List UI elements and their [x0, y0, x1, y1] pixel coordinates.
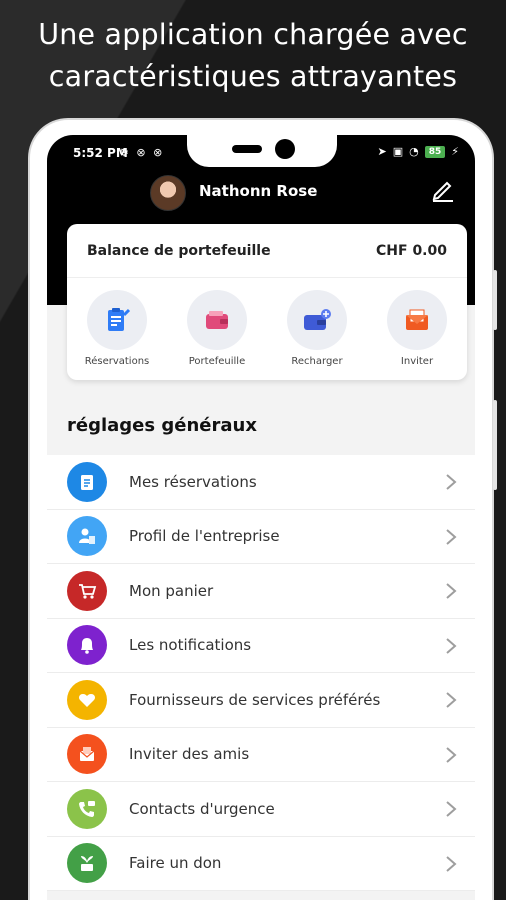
chevron-right-icon	[446, 801, 457, 817]
settings-item-label: Les notifications	[129, 636, 252, 655]
settings-item-label: Fournisseurs de services préférés	[129, 690, 381, 709]
wallet-balance-label: Balance de portefeuille	[87, 242, 271, 259]
notch	[187, 135, 337, 167]
edit-pencil-icon[interactable]	[429, 175, 457, 203]
chevron-right-icon	[446, 855, 457, 872]
wifi-icon: ◔	[409, 145, 419, 158]
user-name: Nathonn Rose	[199, 182, 318, 200]
charging-icon: ⚡	[451, 145, 459, 158]
settings-list: Mes réservations Profil de l'entreprise …	[47, 455, 475, 891]
donate-icon	[67, 843, 107, 884]
chevron-right-icon	[446, 637, 457, 654]
quick-action-reservations[interactable]: Réservations	[72, 290, 162, 367]
settings-item-my-cart[interactable]: Mon panier	[47, 564, 475, 619]
settings-item-label: Inviter des amis	[129, 745, 250, 764]
phone-icon	[67, 788, 107, 829]
wallet-icon	[187, 290, 247, 350]
location-icon: ➤	[377, 145, 387, 158]
settings-item-label: Faire un don	[129, 854, 222, 873]
settings-item-invite-friends[interactable]: Inviter des amis	[47, 727, 475, 782]
avatar[interactable]	[150, 175, 186, 211]
settings-item-label: Contacts d'urgence	[129, 799, 275, 818]
volume-button	[493, 270, 497, 330]
phone-screen: 5:52 PM ⚙ ⊗ ⊗ ➤ ▣ ◔ 85 ⚡ Nathonn Rose Ba…	[47, 135, 475, 900]
chevron-right-icon	[446, 692, 457, 708]
settings-item-company-profile[interactable]: Profil de l'entreprise	[47, 509, 475, 564]
quick-action-label: Recharger	[291, 356, 343, 367]
cart-icon	[67, 570, 107, 611]
settings-item-donate[interactable]: Faire un don	[47, 836, 475, 891]
heart-icon	[67, 679, 107, 720]
reservations-icon	[87, 290, 147, 350]
bell-icon	[67, 625, 107, 666]
quick-action-wallet[interactable]: Portefeuille	[172, 290, 262, 367]
chevron-right-icon	[446, 474, 457, 490]
quick-action-label: Réservations	[84, 356, 150, 367]
section-title: réglages généraux	[67, 415, 257, 436]
settings-item-my-reservations[interactable]: Mes réservations	[47, 455, 475, 510]
headline-line-1: Une application chargée avec	[38, 18, 468, 51]
headline-line-2: caractéristiques attrayantes	[48, 60, 458, 93]
wallet-balance-amount: CHF 0.00	[376, 242, 447, 259]
front-camera	[275, 139, 295, 159]
speaker	[232, 145, 262, 153]
chevron-right-icon	[446, 746, 457, 763]
quick-action-recharge[interactable]: Recharger	[272, 290, 362, 367]
company-profile-icon	[67, 516, 107, 557]
phone-frame: 5:52 PM ⚙ ⊗ ⊗ ➤ ▣ ◔ 85 ⚡ Nathonn Rose Ba…	[30, 120, 497, 900]
status-notification-icons: ⚙ ⊗ ⊗	[119, 146, 165, 159]
quick-action-label: Portefeuille	[188, 356, 246, 367]
clipboard-icon	[67, 461, 107, 502]
quick-actions: Réservations Portefeuille Recharger Invi…	[67, 278, 467, 367]
settings-item-emergency-contacts[interactable]: Contacts d'urgence	[47, 782, 475, 837]
settings-item-favorite-providers[interactable]: Fournisseurs de services préférés	[47, 673, 475, 728]
sim-icon: ▣	[392, 145, 404, 158]
settings-item-notifications[interactable]: Les notifications	[47, 618, 475, 673]
wallet-balance-row: Balance de portefeuille CHF 0.00	[67, 224, 467, 278]
status-right-icons: ➤ ▣ ◔ 85 ⚡	[378, 145, 460, 158]
headline: Une application chargée avec caractérist…	[0, 14, 506, 98]
power-button	[493, 400, 497, 490]
settings-item-label: Profil de l'entreprise	[129, 527, 280, 546]
wallet-card: Balance de portefeuille CHF 0.00 Réserva…	[67, 224, 467, 380]
quick-action-label: Inviter	[400, 356, 434, 367]
quick-action-invite[interactable]: Inviter	[372, 290, 462, 367]
invite-envelope-icon	[387, 290, 447, 350]
chevron-right-icon	[446, 528, 457, 545]
chevron-right-icon	[446, 583, 457, 599]
battery-icon: 85	[424, 145, 446, 158]
settings-item-label: Mon panier	[129, 581, 214, 600]
invite-icon	[67, 734, 107, 775]
recharge-wallet-icon	[287, 290, 347, 350]
settings-item-label: Mes réservations	[129, 472, 257, 491]
